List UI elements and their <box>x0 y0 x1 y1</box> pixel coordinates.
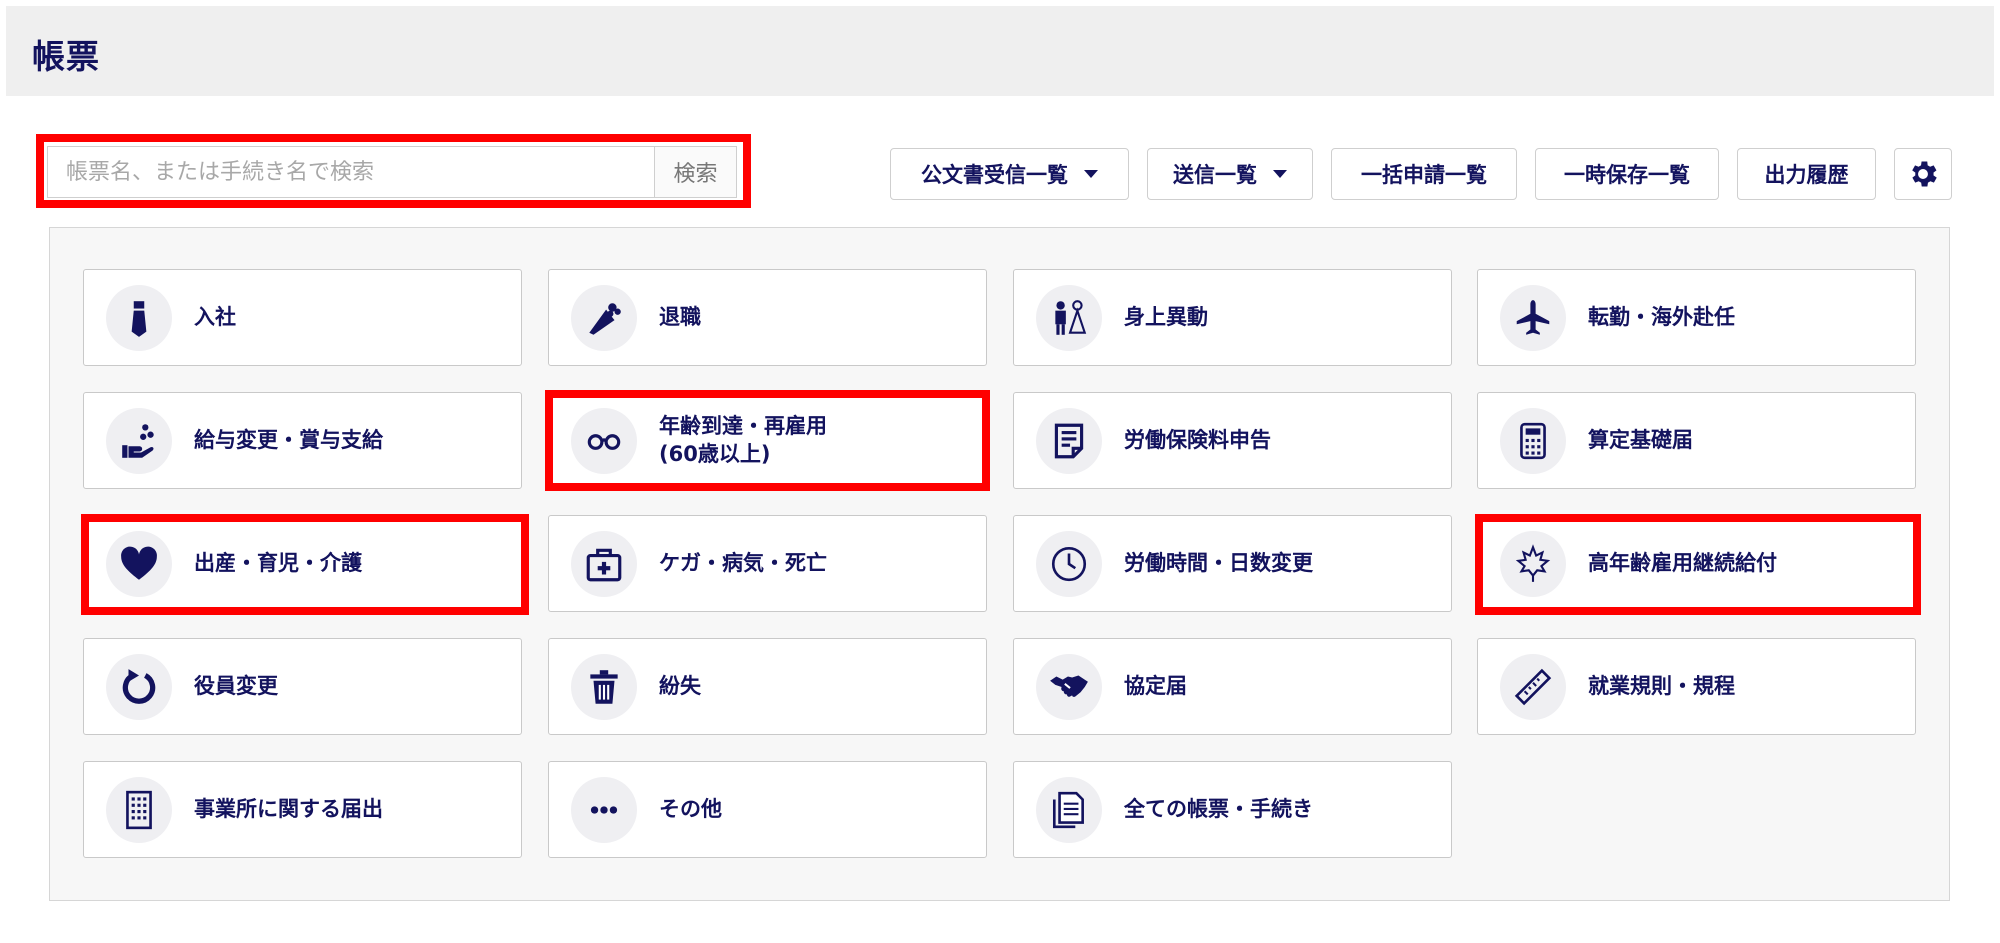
couple-icon <box>1036 284 1102 351</box>
clock-icon <box>1036 530 1102 597</box>
bulk-apply-button[interactable]: 一括申請一覧 <box>1331 148 1517 200</box>
handshake-icon <box>1036 653 1102 720</box>
category-label: 算定基礎届 <box>1588 427 1693 452</box>
category-card-rodo-hoken[interactable]: 労働保険料申告 <box>1013 392 1452 489</box>
output-history-button[interactable]: 出力履歴 <box>1737 148 1876 200</box>
settings-button[interactable] <box>1894 148 1952 200</box>
sent-list-dropdown[interactable]: 送信一覧 <box>1147 148 1313 200</box>
glasses-icon <box>571 407 637 474</box>
category-card-konenrei[interactable]: 高年齢雇用継続給付 <box>1477 515 1916 612</box>
category-card-rodo-jikan[interactable]: 労働時間・日数変更 <box>1013 515 1452 612</box>
category-label: 紛失 <box>659 673 701 698</box>
search-button[interactable]: 検索 <box>654 147 736 197</box>
category-card-nyusha[interactable]: 入社 <box>83 269 522 366</box>
category-card-taishoku[interactable]: 退職 <box>548 269 987 366</box>
category-label: 労働保険料申告 <box>1124 427 1271 452</box>
heart-icon <box>106 530 172 597</box>
airplane-icon <box>1500 284 1566 351</box>
category-label: 転勤・海外赴任 <box>1588 304 1735 329</box>
category-card-all[interactable]: 全ての帳票・手続き <box>1013 761 1452 858</box>
page-title: 帳票 <box>32 37 100 76</box>
document-icon <box>1036 407 1102 474</box>
category-card-sonota[interactable]: その他 <box>548 761 987 858</box>
temp-saved-button[interactable]: 一時保存一覧 <box>1535 148 1719 200</box>
category-label: 全ての帳票・手続き <box>1124 796 1313 821</box>
category-label: 協定届 <box>1124 673 1187 698</box>
category-card-kyuyo[interactable]: 給与変更・賞与支給 <box>83 392 522 489</box>
maple-leaf-icon <box>1500 530 1566 597</box>
category-label: その他 <box>659 796 722 821</box>
more-icon <box>571 776 637 843</box>
category-label: 高年齢雇用継続給付 <box>1588 550 1777 575</box>
category-label: 就業規則・規程 <box>1588 673 1735 698</box>
search-bar: 検索 <box>47 146 737 198</box>
category-card-shussan[interactable]: 出産・育児・介護 <box>83 515 522 612</box>
category-label: 労働時間・日数変更 <box>1124 550 1313 575</box>
category-label: 事業所に関する届出 <box>194 796 383 821</box>
received-docs-label: 公文書受信一覧 <box>921 163 1068 187</box>
search-input[interactable] <box>48 147 654 197</box>
sent-list-label: 送信一覧 <box>1173 163 1257 187</box>
category-label: 入社 <box>194 304 236 329</box>
page-header: 帳票 <box>6 6 1994 96</box>
gear-icon <box>1912 161 1937 187</box>
category-label: 給与変更・賞与支給 <box>194 427 383 452</box>
category-card-jigyosho[interactable]: 事業所に関する届出 <box>83 761 522 858</box>
category-card-santei[interactable]: 算定基礎届 <box>1477 392 1916 489</box>
category-label: 役員変更 <box>194 673 278 698</box>
building-icon <box>106 776 172 843</box>
chevron-down-icon <box>1084 170 1098 178</box>
category-card-tenkin[interactable]: 転勤・海外赴任 <box>1477 269 1916 366</box>
category-card-kega[interactable]: ケガ・病気・死亡 <box>548 515 987 612</box>
trash-icon <box>571 653 637 720</box>
calculator-icon <box>1500 407 1566 474</box>
category-label: ケガ・病気・死亡 <box>659 550 827 575</box>
chevron-down-icon <box>1273 170 1287 178</box>
hand-coins-icon <box>106 407 172 474</box>
category-card-funshitsu[interactable]: 紛失 <box>548 638 987 735</box>
documents-icon <box>1036 776 1102 843</box>
category-card-kyotei[interactable]: 協定届 <box>1013 638 1452 735</box>
category-label: 身上異動 <box>1124 304 1208 329</box>
category-card-yakuin[interactable]: 役員変更 <box>83 638 522 735</box>
necktie-icon <box>106 284 172 351</box>
category-card-shugyo-kisoku[interactable]: 就業規則・規程 <box>1477 638 1916 735</box>
first-aid-icon <box>571 530 637 597</box>
received-docs-dropdown[interactable]: 公文書受信一覧 <box>890 148 1129 200</box>
category-label: 退職 <box>659 304 701 329</box>
bouquet-icon <box>571 284 637 351</box>
refresh-icon <box>106 653 172 720</box>
category-label: 出産・育児・介護 <box>194 550 362 575</box>
category-label: 年齢到達・再雇用 (60歳以上) <box>659 414 827 466</box>
ruler-icon <box>1500 653 1566 720</box>
category-card-nenrei[interactable]: 年齢到達・再雇用 (60歳以上) <box>548 392 987 489</box>
category-card-shinjo-ido[interactable]: 身上異動 <box>1013 269 1452 366</box>
